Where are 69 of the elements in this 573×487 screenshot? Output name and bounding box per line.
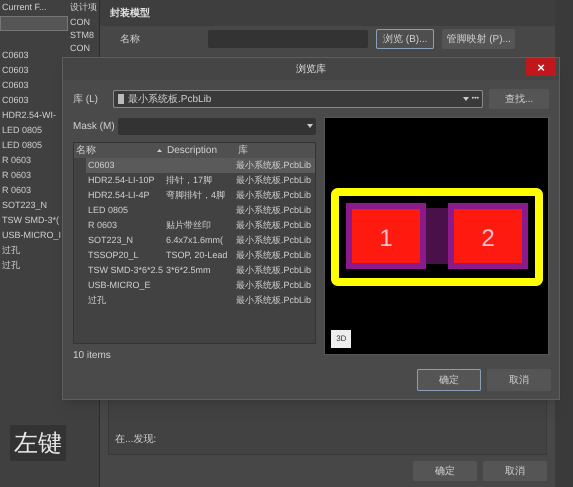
table-cell: LED 0805 [88, 205, 128, 215]
table-cell-text: 最小系统板.PcbLib [236, 204, 312, 217]
table-row[interactable]: HDR2.54-LI-10P 排针，17脚 最小系统板.PcbLib [86, 173, 316, 188]
table-cell-text: 最小系统板.PcbLib [236, 294, 312, 307]
table-cell-text: 最小系统板.PcbLib [236, 174, 312, 187]
column-header[interactable]: 名称 [74, 143, 165, 158]
table-cell: 排针，17脚 [166, 175, 212, 185]
table-row[interactable]: TSSOP20_L TSOP, 20-Lead 最小系统板.PcbLib [86, 248, 316, 263]
table-cell: USB-MICRO_E [88, 280, 151, 290]
table-cell: TSOP, 20-Lead [166, 250, 228, 260]
table-cell: HDR2.54-LI-4P [88, 190, 150, 200]
table-cell-text: 最小系统板.PcbLib [236, 218, 312, 232]
dialog-title: 浏览库 [296, 62, 326, 76]
table-cell: 贴片带丝印 [166, 220, 211, 230]
ok-button[interactable]: 确定 [413, 461, 477, 481]
table-cell: C0603 [88, 160, 115, 170]
footprint-drawing: 1 2 [331, 188, 544, 286]
column-header: 设计项 [70, 1, 97, 14]
table-row[interactable]: R 0603 贴片带丝印 最小系统板.PcbLib [86, 218, 316, 233]
table-row[interactable]: 过孔 最小系统板.PcbLib [86, 293, 316, 308]
item-count: 10 items [73, 349, 112, 363]
sort-icon [157, 149, 162, 152]
ok-button[interactable]: 确定 [417, 369, 481, 391]
field-label: 名称 [120, 32, 141, 46]
cancel-button[interactable]: 取消 [483, 461, 547, 481]
table-cell: 弯脚排针，4脚 [166, 190, 226, 200]
table-row[interactable]: LED 0805 最小系统板.PcbLib [86, 203, 316, 218]
table-row[interactable]: HDR2.54-LI-4P 弯脚排针，4脚 最小系统板.PcbLib [86, 188, 316, 203]
mask-field[interactable] [118, 118, 316, 134]
table-cell: SOT223_N [88, 235, 134, 245]
table-cell: TSW SMD-3*6*2.5 [88, 265, 164, 275]
list-item[interactable]: C0603 [0, 48, 70, 63]
3d-button[interactable]: 3D [331, 330, 352, 348]
table-cell-text: 最小系统板.PcbLib [236, 248, 312, 262]
found-label: 在...发现: [115, 433, 156, 447]
close-button[interactable]: × [526, 58, 556, 76]
table-cell: STM8 [70, 29, 94, 42]
library-label: 库 (L) [73, 92, 99, 106]
browse-button[interactable]: 浏览 (B)... [376, 29, 434, 49]
table-cell-text: 最小系统板.PcbLib [236, 234, 312, 247]
column-header[interactable]: 库 [236, 143, 316, 158]
table-cell: 6.4x7x1.6mm( [166, 235, 224, 245]
library-icon [117, 94, 125, 104]
column-header: Current F... [1, 1, 48, 14]
table-cell-text: 最小系统板.PcbLib [236, 158, 312, 172]
column-header[interactable]: Description [165, 143, 236, 158]
table-cell: 过孔 [88, 295, 106, 305]
section-title: 封装模型 [110, 6, 150, 20]
table-cell: TSSOP20_L [88, 250, 139, 260]
filter-field[interactable] [0, 16, 68, 31]
table-cell: 3*6*2.5mm [166, 265, 211, 275]
table-cell-text: CON [70, 16, 91, 29]
table-cell: HDR2.54-LI-10P [88, 175, 155, 185]
table-cell-text: 最小系统板.PcbLib [236, 264, 312, 277]
caret-icon [307, 124, 314, 128]
table-cell: R 0603 [88, 220, 118, 230]
table-row[interactable]: USB-MICRO_E 最小系统板.PcbLib [86, 278, 316, 293]
mask-label: Mask (M) [73, 120, 115, 134]
table-row[interactable]: SOT223_N 6.4x7x1.6mm( 最小系统板.PcbLib [86, 233, 316, 248]
table-cell-text: 最小系统板.PcbLib [236, 278, 312, 292]
caret-icon [462, 97, 469, 101]
find-button[interactable]: 查找... [489, 89, 549, 109]
table-row[interactable]: C0603 最小系统板.PcbLib [86, 158, 316, 173]
pin-map-button[interactable]: 管脚映射 (P)... [442, 29, 515, 49]
table-cell-text: CON [70, 42, 91, 55]
caption-text: 左键 [10, 425, 66, 461]
table-row[interactable]: TSW SMD-3*6*2.5 3*6*2.5mm 最小系统板.PcbLib [86, 263, 316, 278]
table-cell-text: 最小系统板.PcbLib [236, 188, 312, 202]
cancel-button[interactable]: 取消 [487, 369, 551, 391]
